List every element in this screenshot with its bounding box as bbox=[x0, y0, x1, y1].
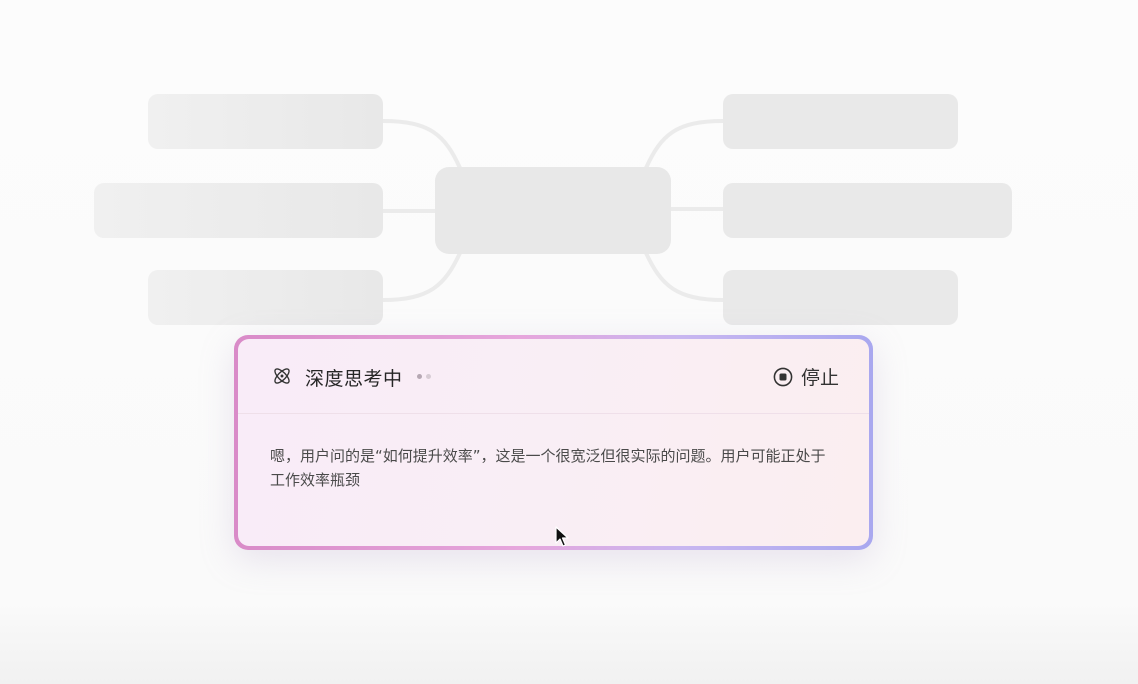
connector-left-top bbox=[382, 119, 462, 169]
mindmap-node-right-3 bbox=[723, 270, 958, 325]
mindmap-node-left-2 bbox=[94, 183, 383, 238]
deep-thinking-panel-body: 深度思考中 停止 嗯，用户问的是“如何提升效率”，这是一个很宽泛但很实际的问题。… bbox=[238, 339, 869, 546]
thinking-content-text: 嗯，用户问的是“如何提升效率”，这是一个很宽泛但很实际的问题。用户可能正处于工作… bbox=[270, 447, 826, 489]
mindmap-node-left-3 bbox=[148, 270, 383, 325]
connector-right-top bbox=[644, 119, 724, 169]
thinking-status-label: 深度思考中 bbox=[305, 368, 403, 390]
loading-indicator bbox=[417, 374, 431, 379]
mindmap-node-right-1 bbox=[723, 94, 958, 149]
stop-button-label: 停止 bbox=[800, 367, 839, 389]
deep-thinking-panel: 深度思考中 停止 嗯，用户问的是“如何提升效率”，这是一个很宽泛但很实际的问题。… bbox=[234, 335, 873, 550]
loading-dot bbox=[417, 374, 422, 379]
connector-right-bottom bbox=[644, 252, 724, 302]
mindmap-canvas: 深度思考中 停止 嗯，用户问的是“如何提升效率”，这是一个很宽泛但很实际的问题。… bbox=[0, 0, 1138, 684]
loading-dot bbox=[426, 374, 431, 379]
mindmap-node-left-1 bbox=[148, 94, 383, 149]
stop-button[interactable]: 停止 bbox=[773, 363, 839, 390]
mindmap-center-node bbox=[435, 167, 671, 254]
stop-circle-icon bbox=[773, 367, 793, 386]
atom-icon bbox=[274, 368, 290, 384]
deep-thinking-header: 深度思考中 停止 bbox=[238, 339, 869, 414]
connector-left-bottom bbox=[382, 252, 462, 302]
mouse-pointer-icon bbox=[555, 526, 569, 547]
mindmap-node-right-2 bbox=[723, 183, 1012, 238]
